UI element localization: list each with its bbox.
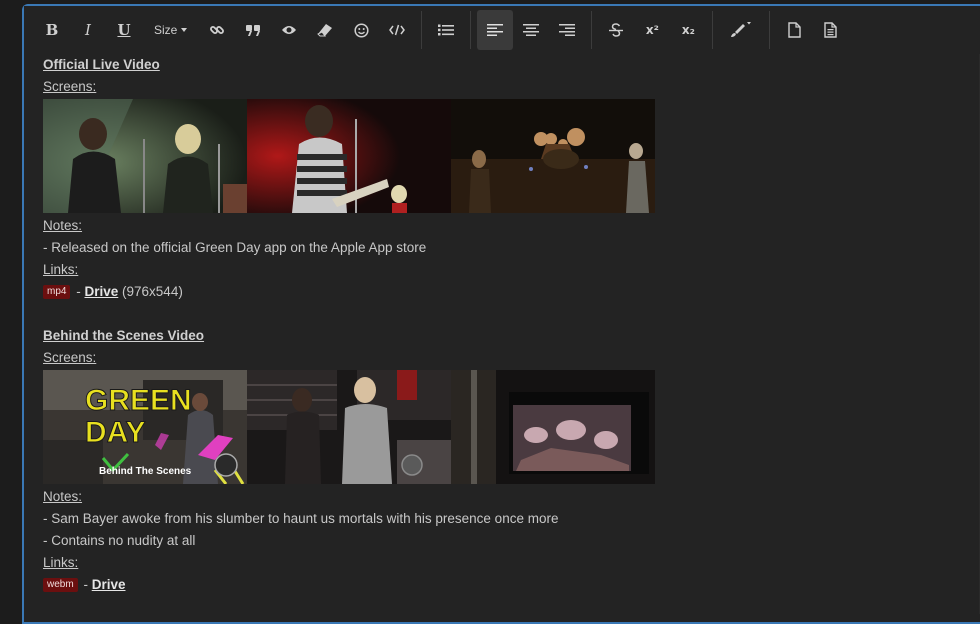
download-link-row: mp4 - Drive (976x544) (43, 281, 943, 303)
notes-label: Notes: (43, 489, 83, 504)
italic-button[interactable]: I (70, 10, 106, 50)
align-right-button[interactable] (549, 10, 585, 50)
font-size-dropdown[interactable]: Size (142, 10, 199, 50)
links-label: Links: (43, 555, 79, 570)
new-page-button[interactable] (776, 10, 812, 50)
drive-link[interactable]: Drive (92, 577, 126, 592)
rich-text-editor[interactable]: B I U Size x² x₂ Official Live Video Scr… (22, 4, 980, 624)
link-separator: - (76, 284, 81, 299)
smiley-icon (354, 22, 369, 38)
note-line: - Released on the official Green Day app… (43, 240, 427, 255)
section-title: Behind the Scenes Video (43, 328, 205, 343)
remove-format-button[interactable] (307, 10, 343, 50)
svg-text:GREEN: GREEN (85, 384, 192, 417)
quote-icon (246, 25, 261, 36)
toolbar-divider (712, 11, 714, 49)
screens-label: Screens: (43, 79, 97, 94)
quote-button[interactable] (235, 10, 271, 50)
align-center-button[interactable] (513, 10, 549, 50)
editor-content[interactable]: Official Live Video Screens: Notes: - Re… (43, 54, 943, 596)
editor-toolbar: B I U Size x² x₂ (24, 6, 980, 54)
source-button[interactable] (812, 10, 848, 50)
blank-page-icon (788, 22, 801, 38)
screens-label: Screens: (43, 350, 97, 365)
spoiler-eye-icon (282, 26, 297, 34)
align-right-icon (559, 24, 576, 36)
eraser-icon (317, 24, 333, 37)
superscript-button[interactable]: x² (634, 10, 670, 50)
notes-label: Notes: (43, 218, 83, 233)
subscript-button[interactable]: x₂ (670, 10, 706, 50)
code-icon (389, 24, 406, 36)
bold-button[interactable]: B (34, 10, 70, 50)
screenshot-thumbnail[interactable] (451, 370, 655, 484)
section-title: Official Live Video (43, 57, 160, 72)
link-button[interactable] (199, 10, 235, 50)
subscript-icon: x₂ (681, 23, 695, 37)
screenshot-thumbnail[interactable] (247, 370, 451, 484)
svg-text:DAY: DAY (85, 416, 146, 449)
screenshot-thumbnail[interactable] (451, 99, 655, 213)
screenshot-strip: GREEN DAY Behind The Scenes (43, 370, 943, 484)
page-background (0, 0, 22, 601)
drive-link[interactable]: Drive (84, 284, 118, 299)
align-center-icon (523, 24, 540, 36)
toolbar-divider (591, 11, 593, 49)
link-icon (210, 26, 225, 34)
page-text-icon (824, 22, 837, 38)
resolution-text: (976x544) (122, 284, 183, 299)
emoji-button[interactable] (343, 10, 379, 50)
code-button[interactable] (379, 10, 415, 50)
align-left-icon (487, 24, 504, 36)
download-link-row: webm - Drive (43, 574, 943, 596)
link-separator: - (83, 577, 88, 592)
strikethrough-icon (609, 23, 624, 37)
spoiler-button[interactable] (271, 10, 307, 50)
chevron-down-icon (181, 28, 188, 32)
superscript-icon: x² (645, 23, 659, 37)
brush-icon (731, 22, 752, 37)
toolbar-divider (769, 11, 771, 49)
screenshot-thumbnail[interactable] (43, 99, 247, 213)
screenshot-thumbnail[interactable]: GREEN DAY Behind The Scenes (43, 370, 247, 484)
toolbar-divider (421, 11, 423, 49)
color-button[interactable] (719, 10, 763, 50)
screenshot-thumbnail[interactable] (247, 99, 451, 213)
underline-button[interactable]: U (106, 10, 142, 50)
list-icon (438, 24, 455, 36)
note-line: - Contains no nudity at all (43, 533, 196, 548)
toolbar-divider (470, 11, 472, 49)
screenshot-strip (43, 99, 943, 213)
links-label: Links: (43, 262, 79, 277)
strikethrough-button[interactable] (598, 10, 634, 50)
align-left-button[interactable] (477, 10, 514, 50)
format-badge: webm (43, 578, 78, 593)
svg-text:Behind The Scenes: Behind The Scenes (99, 466, 192, 477)
format-badge: mp4 (43, 285, 71, 300)
list-button[interactable] (428, 10, 464, 50)
note-line: - Sam Bayer awoke from his slumber to ha… (43, 511, 559, 526)
